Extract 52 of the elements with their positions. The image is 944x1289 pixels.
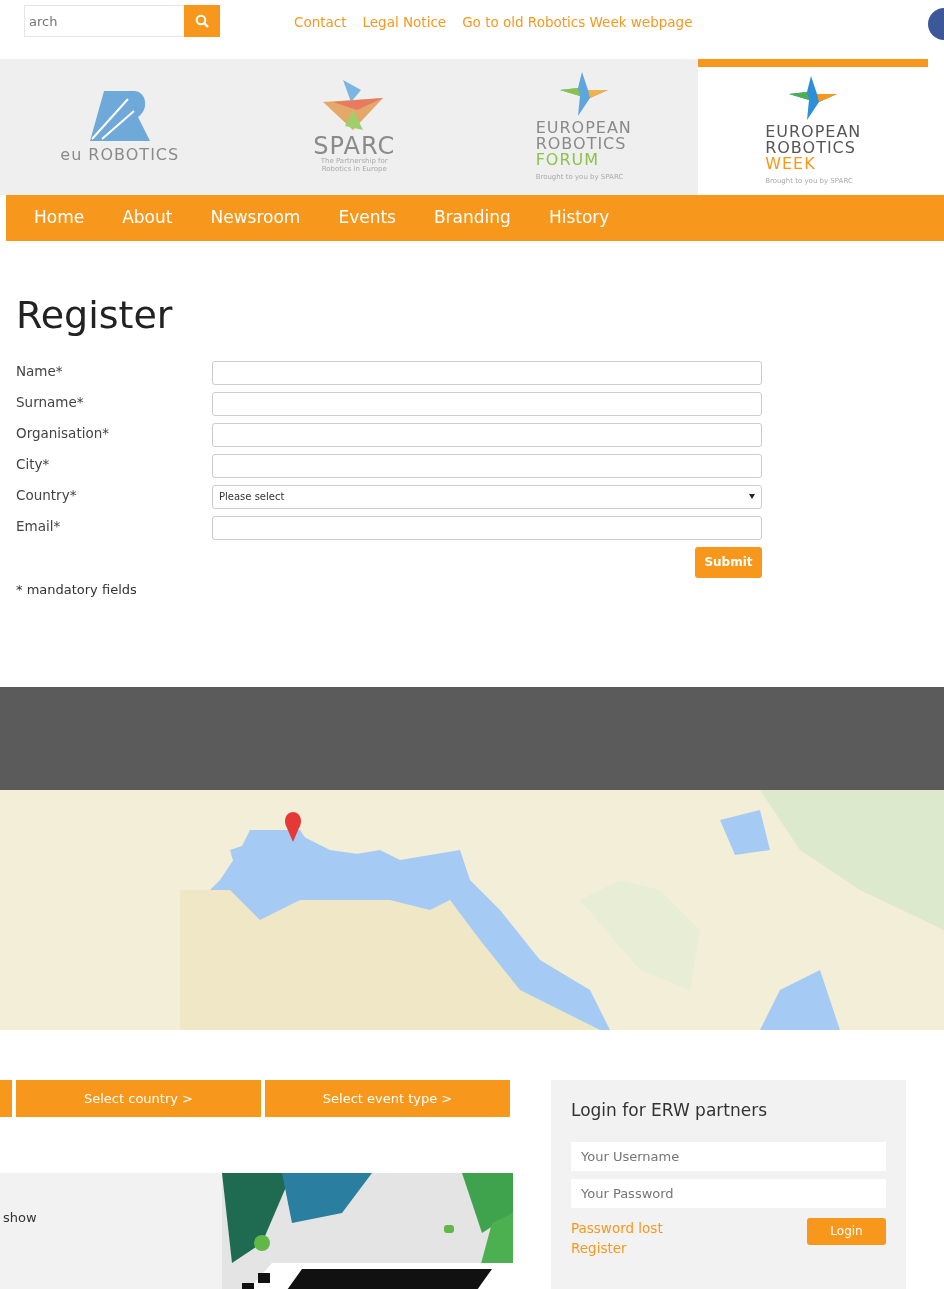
search-field[interactable]: arch xyxy=(24,5,184,37)
logo-text: eu ROBOTICS xyxy=(60,147,180,163)
filter-button[interactable]: Select event type > xyxy=(265,1080,510,1118)
filter-button[interactable]: Select country > xyxy=(16,1080,261,1118)
input-field[interactable] xyxy=(212,360,762,385)
select-value: Please select xyxy=(219,490,285,505)
nav-link[interactable]: Events xyxy=(319,205,415,231)
field-label: Organisation* xyxy=(16,423,110,443)
logo-text: EUROPEAN xyxy=(535,120,632,137)
password-field[interactable]: Your Password xyxy=(571,1178,886,1208)
nav-link[interactable]: Home xyxy=(15,205,104,231)
logo-icon xyxy=(789,76,838,121)
nav-link[interactable]: Branding xyxy=(414,205,530,231)
filter-button[interactable] xyxy=(0,1080,12,1118)
input-field[interactable] xyxy=(212,391,762,416)
nav-link[interactable]: About xyxy=(103,205,192,231)
username-field[interactable]: Your Username xyxy=(571,1141,886,1171)
nav-link[interactable]: History xyxy=(529,205,629,231)
search-button[interactable] xyxy=(184,5,220,37)
field-label: Email* xyxy=(16,516,62,536)
login-button[interactable]: Login xyxy=(807,1217,886,1245)
event-text: show xyxy=(3,1209,37,1228)
search-icon xyxy=(195,14,209,28)
logo-text: SPARC xyxy=(313,134,396,159)
caret-icon xyxy=(749,494,755,500)
page-title: Register xyxy=(16,293,174,339)
field-label: City* xyxy=(16,454,51,474)
logo-text: EUROPEAN xyxy=(765,124,862,141)
logo-icon xyxy=(559,72,608,117)
input-field[interactable] xyxy=(212,515,762,540)
submit-button[interactable]: Submit xyxy=(695,546,762,578)
login-link[interactable]: Password lost xyxy=(571,1217,663,1238)
logo-text: WEEK xyxy=(765,156,817,173)
logo-text: ROBOTICS xyxy=(535,136,628,153)
login-title: Login for ERW partners xyxy=(571,1099,769,1123)
input-field[interactable] xyxy=(212,422,762,447)
logo-icon xyxy=(323,80,386,131)
field-label: Surname* xyxy=(16,392,85,412)
logo-icon xyxy=(87,91,152,143)
field-label: Name* xyxy=(16,361,64,381)
login-link[interactable]: Register xyxy=(571,1237,663,1259)
top-link[interactable]: Go to old Robotics Week webpage xyxy=(462,11,693,33)
country-select[interactable]: Please select xyxy=(212,484,762,509)
top-link[interactable]: Legal Notice xyxy=(362,11,447,33)
logo-tile[interactable]: eu ROBOTICS xyxy=(0,59,240,195)
input-field[interactable] xyxy=(212,453,762,478)
top-link[interactable]: Contact xyxy=(294,11,347,33)
logo-text: ROBOTICS xyxy=(765,140,857,157)
mandatory-note: * mandatory fields xyxy=(16,580,138,599)
logo-text: FORUM xyxy=(535,152,601,169)
nav-link[interactable]: Newsroom xyxy=(191,205,320,231)
field-label: Country* xyxy=(16,485,78,505)
